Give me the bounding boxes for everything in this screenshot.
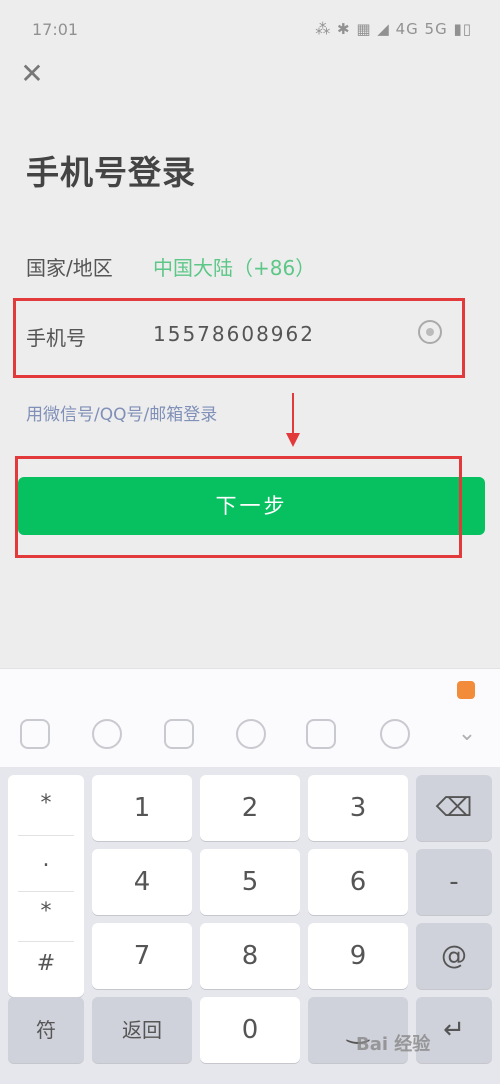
symbol-column[interactable]: * . * # — [8, 775, 84, 997]
divider — [18, 891, 74, 892]
return-key[interactable]: 返回 — [92, 997, 192, 1063]
key-9[interactable]: 9 — [308, 923, 408, 989]
region-selector[interactable]: 中国大陆（+86） — [153, 252, 315, 281]
key-0[interactable]: 0 — [200, 997, 300, 1063]
app-icon[interactable] — [20, 719, 50, 749]
region-label: 国家/地区 — [26, 256, 113, 280]
status-time: 17:01 — [32, 20, 79, 39]
symbol-key[interactable]: . — [8, 847, 84, 872]
symbol-key[interactable]: * — [8, 899, 84, 924]
search-icon[interactable] — [380, 719, 410, 749]
divider — [18, 941, 74, 942]
collapse-icon[interactable]: ⌄ — [452, 719, 482, 749]
symbol-key[interactable]: # — [8, 951, 84, 976]
keyboard-toolbar: ⌄ — [0, 669, 500, 767]
close-icon[interactable]: ✕ — [18, 60, 46, 88]
alt-login-link[interactable]: 用微信号/QQ号/邮箱登录 — [26, 400, 217, 425]
emoji-icon[interactable] — [92, 719, 122, 749]
key-5[interactable]: 5 — [200, 849, 300, 915]
status-icons: ⁂ ✱ ▦ ◢ 4G 5G ▮▯ — [315, 20, 472, 38]
dash-key[interactable]: - — [416, 849, 492, 915]
at-key[interactable]: @ — [416, 923, 492, 989]
key-2[interactable]: 2 — [200, 775, 300, 841]
symbol-mode-key[interactable]: 符 — [8, 997, 84, 1063]
mic-icon[interactable] — [236, 719, 266, 749]
key-4[interactable]: 4 — [92, 849, 192, 915]
highlight-box-phone — [13, 298, 465, 378]
baidu-watermark: Bai 经验 — [356, 1034, 431, 1055]
key-7[interactable]: 7 — [92, 923, 192, 989]
symbol-key[interactable]: * — [8, 791, 84, 816]
key-8[interactable]: 8 — [200, 923, 300, 989]
annotation-arrow-line — [292, 393, 294, 435]
key-6[interactable]: 6 — [308, 849, 408, 915]
highlight-box-next — [15, 456, 462, 558]
page-title: 手机号登录 — [26, 153, 196, 192]
backspace-key[interactable]: ⌫ — [416, 775, 492, 841]
key-1[interactable]: 1 — [92, 775, 192, 841]
handwrite-icon[interactable] — [306, 719, 336, 749]
notification-badge-icon — [457, 681, 475, 699]
clipboard-icon[interactable] — [164, 719, 194, 749]
annotation-arrow-head — [286, 433, 300, 447]
divider — [18, 835, 74, 836]
key-3[interactable]: 3 — [308, 775, 408, 841]
numeric-keyboard: ⌄ * . * # 1 2 3 ⌫ 4 5 6 - 7 8 9 @ 符 返回 0… — [0, 668, 500, 1084]
status-bar: 17:01 ⁂ ✱ ▦ ◢ 4G 5G ▮▯ — [0, 0, 500, 60]
